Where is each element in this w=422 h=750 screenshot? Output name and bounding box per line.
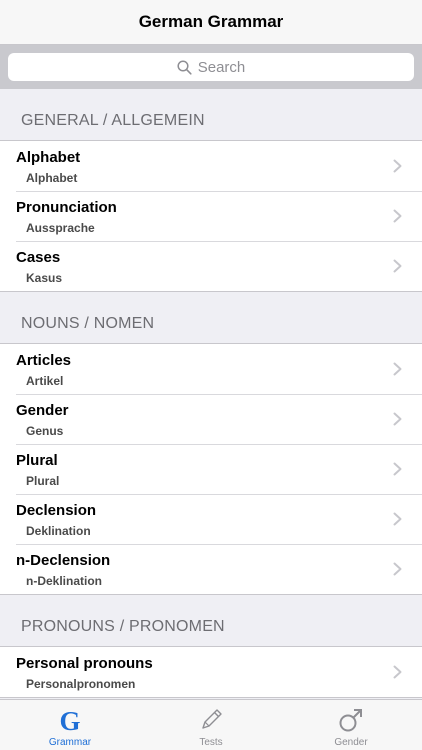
list-item[interactable]: Alphabet Alphabet <box>0 141 422 191</box>
chevron-right-icon <box>393 665 402 684</box>
list-item-title: Cases <box>16 249 61 266</box>
list-item[interactable]: Gender Genus <box>0 394 422 444</box>
list-item-title: Personal pronouns <box>16 655 153 672</box>
chevron-right-icon <box>393 259 402 278</box>
list-item-subtitle: Artikel <box>26 374 64 388</box>
list-item-subtitle: Personalpronomen <box>26 677 136 691</box>
section-group: Personal pronouns Personalpronomen <box>0 646 422 698</box>
svg-text:G: G <box>59 706 80 734</box>
list-item-subtitle: Kasus <box>26 271 63 285</box>
list-item[interactable]: Plural Plural <box>0 444 422 494</box>
chevron-right-icon <box>393 209 402 228</box>
list-item[interactable]: Declension Deklination <box>0 494 422 544</box>
list-item-title: Plural <box>16 452 58 469</box>
search-placeholder: Search <box>197 58 246 76</box>
navigation-bar: German Grammar <box>0 0 422 45</box>
list-item[interactable]: Personal pronouns Personalpronomen <box>0 647 422 697</box>
chevron-right-icon <box>393 562 402 581</box>
section-header: GENERAL / ALLGEMEIN <box>21 112 205 129</box>
list-item-title: Pronunciation <box>16 199 117 216</box>
list-item-subtitle: Alphabet <box>26 171 78 185</box>
list-item-subtitle: Genus <box>26 424 64 438</box>
search-icon <box>177 59 192 75</box>
chevron-right-icon <box>393 412 402 431</box>
pencil-icon <box>141 706 281 734</box>
tab-grammar[interactable]: G Grammar <box>0 700 140 750</box>
list-item[interactable]: n-Declension n-Deklination <box>0 544 422 594</box>
section-header: NOUNS / NOMEN <box>21 315 155 332</box>
section-group: Alphabet Alphabet Pronunciation Aussprache C… <box>0 140 422 292</box>
male-symbol-icon <box>281 706 421 734</box>
section-header: PRONOUNS / PRONOMEN <box>21 618 225 635</box>
grammar-topic-list[interactable]: GENERAL / ALLGEMEIN Alphabet Alphabet Pronu… <box>0 89 422 699</box>
tab-tests[interactable]: Tests <box>141 700 281 750</box>
search-input[interactable]: Search <box>8 53 414 81</box>
list-item[interactable]: Pronunciation Aussprache <box>0 191 422 241</box>
tab-label: Grammar <box>48 737 92 748</box>
search-bar: Search <box>0 45 422 89</box>
tab-gender[interactable]: Gender <box>281 700 421 750</box>
tab-label: Tests <box>199 737 223 748</box>
chevron-right-icon <box>393 462 402 481</box>
list-item-subtitle: Deklination <box>26 524 91 538</box>
list-item-title: Declension <box>16 502 97 519</box>
page-title: German Grammar <box>138 12 284 31</box>
list-item-title: n-Declension <box>16 552 111 569</box>
list-item-subtitle: Aussprache <box>26 221 95 235</box>
chevron-right-icon <box>393 159 402 178</box>
chevron-right-icon <box>393 362 402 381</box>
section-group: Articles Artikel Gender Genus Plural Plural De… <box>0 343 422 595</box>
list-item-subtitle: n-Deklination <box>26 574 103 588</box>
list-item[interactable]: Cases Kasus <box>0 241 422 291</box>
list-item[interactable]: Articles Artikel <box>0 344 422 394</box>
list-item-title: Articles <box>16 352 72 369</box>
list-item-title: Alphabet <box>16 149 81 166</box>
tab-label: Gender <box>334 737 368 748</box>
tab-bar: G Grammar Tests Gender <box>0 699 422 750</box>
grammar-g-icon: G <box>0 706 140 736</box>
list-item-title: Gender <box>16 402 69 419</box>
chevron-right-icon <box>393 512 402 531</box>
list-item-subtitle: Plural <box>26 474 60 488</box>
